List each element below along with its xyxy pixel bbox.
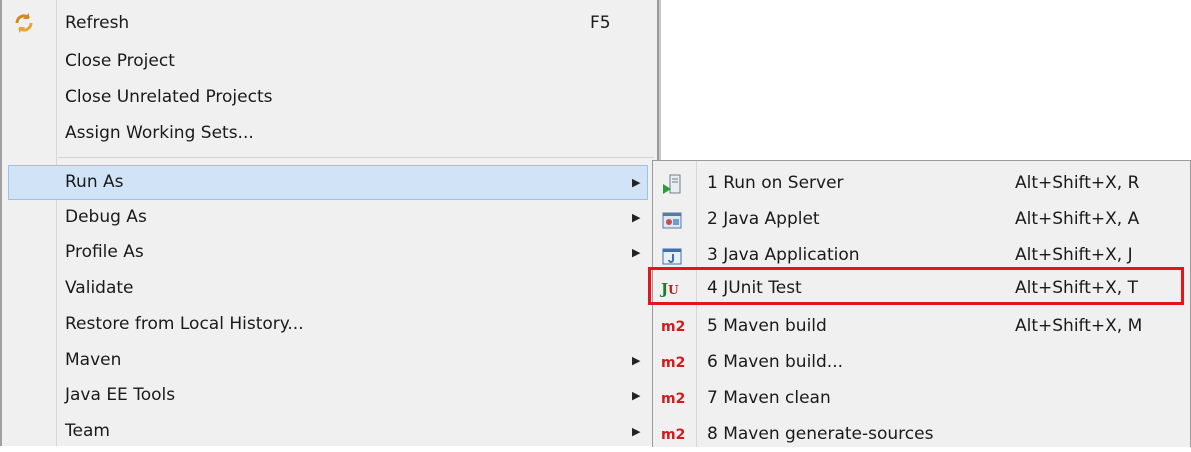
run-on-server-icon: [661, 174, 683, 194]
run-as-submenu: 1 Run on Server Alt+Shift+X, R 2 Java Ap…: [652, 160, 1191, 447]
refresh-icon: [12, 11, 36, 35]
submenu-item-run-on-server[interactable]: 1 Run on Server Alt+Shift+X, R: [653, 166, 1188, 201]
submenu-arrow-icon: ▶: [632, 176, 641, 189]
submenu-arrow-icon: ▶: [632, 389, 641, 402]
submenu-item-shortcut: Alt+Shift+X, J: [1015, 245, 1133, 265]
menu-item-close-unrelated-projects[interactable]: Close Unrelated Projects: [8, 80, 648, 115]
submenu-item-shortcut: Alt+Shift+X, T: [1015, 278, 1138, 298]
menu-item-label: Refresh: [65, 13, 130, 33]
submenu-item-label: 1 Run on Server: [707, 173, 844, 193]
context-menu: Refresh F5 Close Project Close Unrelated…: [0, 0, 659, 446]
submenu-item-label: 7 Maven clean: [707, 388, 831, 408]
submenu-item-maven-clean[interactable]: m2 7 Maven clean: [653, 381, 1188, 416]
menu-item-label: Close Project: [65, 51, 175, 71]
submenu-item-label: 8 Maven generate-sources: [707, 424, 934, 444]
java-applet-icon: [661, 210, 683, 230]
menu-item-restore-from-local-history[interactable]: Restore from Local History...: [8, 307, 648, 342]
submenu-item-java-applet[interactable]: 2 Java Applet Alt+Shift+X, A: [653, 202, 1188, 237]
maven-icon: m2: [661, 391, 686, 407]
menu-item-close-project[interactable]: Close Project: [8, 44, 648, 79]
submenu-item-label: 2 Java Applet: [707, 209, 820, 229]
menu-item-shortcut: F5: [590, 13, 611, 33]
submenu-arrow-icon: ▶: [632, 354, 641, 367]
maven-icon: m2: [661, 355, 686, 371]
submenu-item-label: 4 JUnit Test: [707, 278, 802, 298]
menu-item-java-ee-tools[interactable]: Java EE Tools ▶: [8, 378, 648, 413]
menu-item-assign-working-sets[interactable]: Assign Working Sets...: [8, 116, 648, 151]
maven-icon: m2: [661, 427, 686, 443]
menu-item-label: Restore from Local History...: [65, 314, 304, 334]
submenu-item-junit-test[interactable]: JU 4 JUnit Test Alt+Shift+X, T: [653, 271, 1188, 306]
menu-item-label: Run As: [65, 172, 124, 192]
menu-item-label: Validate: [65, 278, 134, 298]
submenu-item-maven-generate-sources[interactable]: m2 8 Maven generate-sources: [653, 417, 1188, 452]
menu-item-run-as[interactable]: Run As ▶: [8, 165, 648, 200]
menu-separator: [58, 157, 654, 158]
menu-item-team[interactable]: Team ▶: [8, 414, 648, 449]
submenu-item-shortcut: Alt+Shift+X, A: [1015, 209, 1140, 229]
maven-icon: m2: [661, 319, 686, 335]
menu-item-maven[interactable]: Maven ▶: [8, 343, 648, 378]
menu-item-refresh[interactable]: Refresh F5: [8, 6, 648, 41]
menu-item-label: Debug As: [65, 207, 147, 227]
menu-item-label: Maven: [65, 350, 122, 370]
junit-icon: JU: [661, 280, 679, 298]
menu-item-validate[interactable]: Validate: [8, 271, 648, 306]
submenu-item-maven-build-dialog[interactable]: m2 6 Maven build...: [653, 345, 1188, 380]
submenu-item-shortcut: Alt+Shift+X, M: [1015, 316, 1143, 336]
menu-item-label: Close Unrelated Projects: [65, 87, 273, 107]
menu-item-profile-as[interactable]: Profile As ▶: [8, 235, 648, 270]
submenu-arrow-icon: ▶: [632, 211, 641, 224]
menu-item-debug-as[interactable]: Debug As ▶: [8, 200, 648, 235]
menu-item-label: Profile As: [65, 242, 144, 262]
submenu-item-label: 3 Java Application: [707, 245, 860, 265]
menu-item-label: Java EE Tools: [65, 385, 176, 405]
menu-item-label: Assign Working Sets...: [65, 123, 254, 143]
submenu-item-label: 5 Maven build: [707, 316, 827, 336]
submenu-arrow-icon: ▶: [632, 425, 641, 438]
submenu-item-label: 6 Maven build...: [707, 352, 844, 372]
submenu-arrow-icon: ▶: [632, 246, 641, 259]
menu-item-label: Team: [65, 421, 110, 441]
java-application-icon: [661, 246, 683, 266]
submenu-item-java-application[interactable]: 3 Java Application Alt+Shift+X, J: [653, 238, 1188, 273]
submenu-item-maven-build[interactable]: m2 5 Maven build Alt+Shift+X, M: [653, 309, 1188, 344]
submenu-item-shortcut: Alt+Shift+X, R: [1015, 173, 1140, 193]
